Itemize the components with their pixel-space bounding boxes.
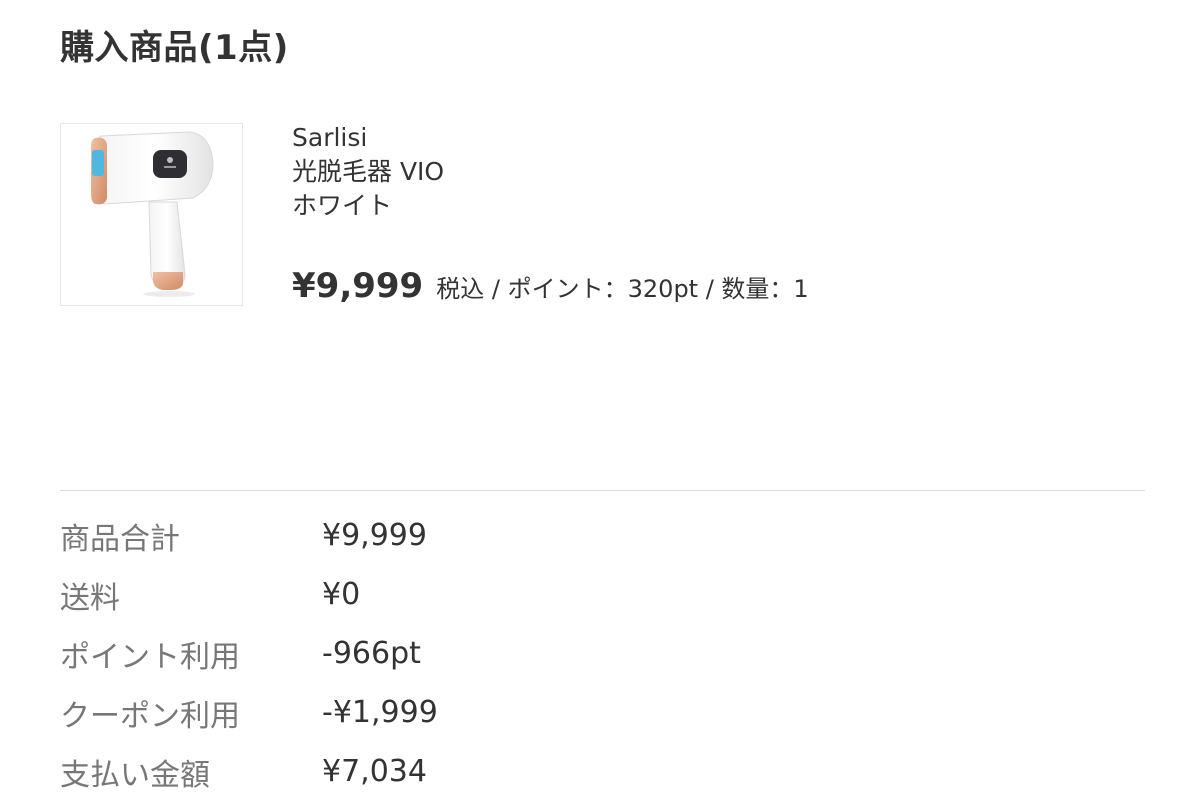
summary-label: 送料 (60, 580, 120, 616)
order-summary: 商品合計 ¥9,999 送料 ¥0 ポイント利用 -966pt クーポン利用 -… (60, 506, 760, 801)
price-row: ¥9,999 税込 / ポイント：320pt / 数量：1 (292, 266, 809, 306)
product-brand[interactable]: Sarlisi (292, 121, 444, 155)
hair-removal-device-image (91, 131, 214, 297)
product-price: ¥9,999 (292, 266, 424, 306)
product-info: Sarlisi 光脱毛器 VIO ホワイト (292, 121, 444, 223)
product-variant: ホワイト (292, 191, 393, 220)
product-name[interactable]: 光脱毛器 VIO (292, 155, 444, 189)
summary-row-coupon-used: クーポン利用 -¥1,999 (60, 683, 760, 742)
summary-row-subtotal: 商品合計 ¥9,999 (60, 506, 760, 565)
product-image[interactable] (60, 123, 243, 306)
summary-row-total: 支払い金額 ¥7,034 (60, 742, 760, 801)
summary-label: ポイント利用 (60, 639, 240, 675)
summary-value: -966pt (322, 636, 421, 671)
summary-value: ¥0 (322, 577, 361, 612)
summary-label: 支払い金額 (60, 757, 210, 793)
summary-label: クーポン利用 (60, 698, 240, 734)
summary-value: -¥1,999 (322, 695, 438, 730)
section-title: 購入商品(1点) (60, 28, 289, 68)
divider (60, 490, 1145, 491)
summary-row-shipping: 送料 ¥0 (60, 565, 760, 624)
summary-row-points-used: ポイント利用 -966pt (60, 624, 760, 683)
summary-value: ¥9,999 (322, 518, 427, 553)
price-meta: 税込 / ポイント：320pt / 数量：1 (436, 275, 809, 303)
summary-label: 商品合計 (60, 521, 180, 557)
summary-value: ¥7,034 (322, 754, 427, 789)
